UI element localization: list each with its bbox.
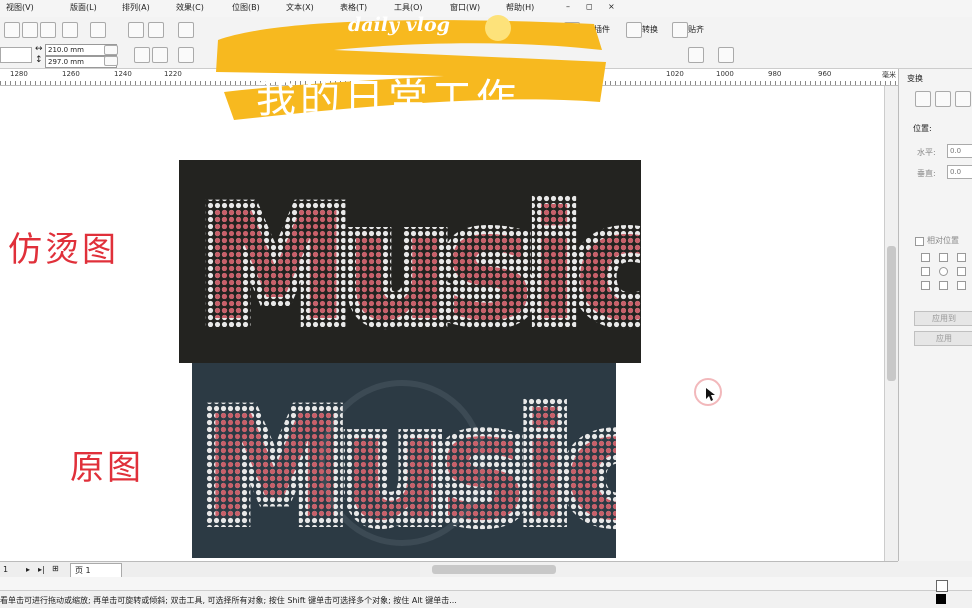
status-message: 看单击可进行拖动或缩放; 再单击可旋转或倾斜; 双击工具, 可选择所有对象; 按… <box>0 596 457 605</box>
vertical-input[interactable]: 0.0 <box>947 165 972 179</box>
landscape-icon[interactable] <box>152 47 168 63</box>
horizontal-label: 水平: <box>917 148 936 157</box>
relative-position-checkbox[interactable] <box>915 237 924 246</box>
close-button[interactable]: × <box>608 2 615 11</box>
cut-icon[interactable] <box>4 22 20 38</box>
paper-preset-select[interactable] <box>0 47 32 63</box>
docker-title: 变换 <box>907 74 923 83</box>
anchor-point[interactable] <box>939 253 948 262</box>
status-spacer <box>0 577 972 590</box>
ruler-tick: 1260 <box>62 70 80 78</box>
ruler-tick: 960 <box>818 70 832 78</box>
ruler-tick: 1020 <box>666 70 684 78</box>
rotate-tab-icon[interactable] <box>935 91 951 107</box>
vertical-scrollbar[interactable] <box>884 86 899 561</box>
anchor-point[interactable] <box>921 253 930 262</box>
ruler-unit: 毫米 <box>882 71 896 79</box>
add-page-icon[interactable]: ⊞ <box>52 564 59 573</box>
anchor-point[interactable] <box>939 267 948 276</box>
snap-label[interactable]: 贴齐 <box>688 24 704 35</box>
apply-to-copy-button[interactable]: 应用到 <box>914 311 972 326</box>
lemon-icon <box>485 15 511 41</box>
menu-effects[interactable]: 效果(C) <box>176 2 204 13</box>
copy-icon[interactable] <box>22 22 38 38</box>
redo-icon[interactable] <box>90 22 106 38</box>
label-original: 原图 <box>70 448 144 488</box>
page-tab[interactable]: 页 1 <box>70 563 122 578</box>
rhinestone-artwork-top: Music Music <box>192 171 672 363</box>
apply-button[interactable]: 应用 <box>914 331 972 346</box>
ruler-tick: 1280 <box>10 70 28 78</box>
paste-icon[interactable] <box>40 22 56 38</box>
publish-icon[interactable] <box>178 22 194 38</box>
page-frame-icon[interactable] <box>688 47 704 63</box>
anchor-point[interactable] <box>957 281 966 290</box>
menu-view[interactable]: 视图(V) <box>6 2 34 13</box>
status-bar: 看单击可进行拖动或缩放; 再单击可旋转或倾斜; 双击工具, 可选择所有对象; 按… <box>0 590 972 608</box>
width-icon: ↔ <box>35 44 43 54</box>
ruler-tick: 1240 <box>114 70 132 78</box>
fill-color-swatch[interactable] <box>936 580 948 592</box>
all-pages-icon[interactable] <box>178 47 194 63</box>
anchor-point[interactable] <box>957 267 966 276</box>
page-tab-label: 页 1 <box>75 566 91 575</box>
word-fill: Music <box>202 383 616 553</box>
import-icon[interactable] <box>128 22 144 38</box>
original-image[interactable]: Music Music <box>192 363 660 562</box>
undo-icon[interactable] <box>62 22 78 38</box>
horizontal-scrollbar[interactable] <box>420 561 898 578</box>
portrait-icon[interactable] <box>134 47 150 63</box>
heat-transfer-image[interactable]: Music Music <box>179 160 672 363</box>
anchor-point[interactable] <box>921 267 930 276</box>
banner-subtitle: daily vlog <box>348 14 450 36</box>
convert-label[interactable]: 转换 <box>642 24 658 35</box>
banner-title: 我的日常工作 <box>256 76 520 122</box>
width-spin[interactable] <box>104 45 118 55</box>
snap-icon[interactable] <box>672 22 688 38</box>
ruler-tick: 980 <box>768 70 782 78</box>
page-navigator: 1 ▸ ▸| ⊞ 页 1 <box>0 561 420 578</box>
horizontal-input[interactable]: 0.0 <box>947 144 972 158</box>
anchor-point[interactable] <box>957 253 966 262</box>
relative-position-label: 相对位置 <box>927 236 959 245</box>
anchor-point[interactable] <box>939 281 948 290</box>
ruler-tick: 1000 <box>716 70 734 78</box>
anchor-point[interactable] <box>921 281 930 290</box>
vertical-scroll-thumb[interactable] <box>887 246 896 381</box>
position-label: 位置: <box>913 124 932 133</box>
menu-layout[interactable]: 版面(L) <box>70 2 97 13</box>
outline-color-swatch[interactable] <box>936 594 946 604</box>
horizontal-scroll-thumb[interactable] <box>432 565 556 574</box>
height-spin[interactable] <box>104 56 118 66</box>
last-page-icon[interactable]: ▸| <box>38 565 45 574</box>
ruler-tick: 1220 <box>164 70 182 78</box>
export-icon[interactable] <box>148 22 164 38</box>
vertical-label: 垂直: <box>917 169 936 178</box>
scale-tab-icon[interactable] <box>955 91 971 107</box>
convert-icon[interactable] <box>626 22 642 38</box>
options-icon[interactable] <box>718 47 734 63</box>
position-tab-icon[interactable] <box>915 91 931 107</box>
label-imitation: 仿烫图 <box>8 230 119 270</box>
rhinestone-artwork-bottom: Music Music <box>193 374 660 562</box>
page-number: 1 <box>3 565 9 574</box>
next-page-icon[interactable]: ▸ <box>26 565 30 574</box>
mouse-cursor-icon <box>706 388 715 401</box>
height-icon: ↕ <box>35 55 43 65</box>
menu-arrange[interactable]: 排列(A) <box>122 2 150 13</box>
word-fill: Music <box>201 180 641 354</box>
